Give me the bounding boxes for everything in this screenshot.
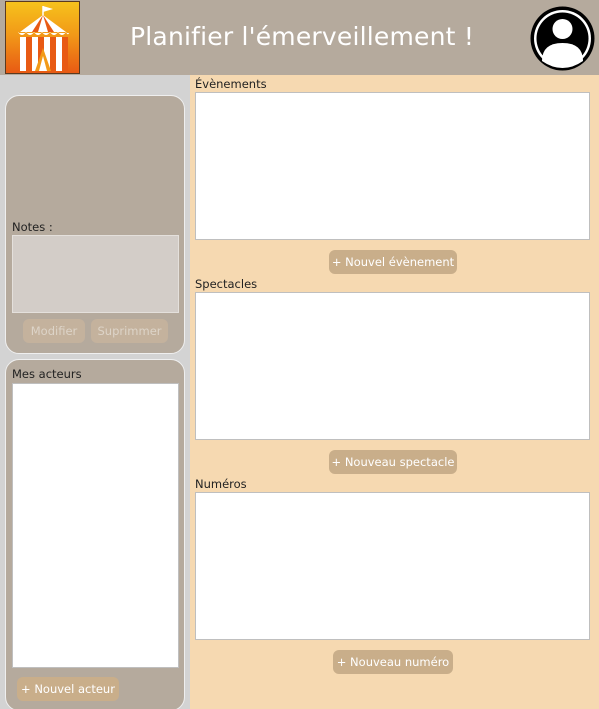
modify-button[interactable]: Modifier — [23, 319, 85, 343]
planning-panel: Évènements + Nouvel évènement Spectacles… — [190, 75, 599, 709]
user-avatar-icon[interactable] — [529, 5, 596, 72]
delete-button[interactable]: Suprimmer — [91, 319, 168, 343]
app-title: Planifier l'émerveillement ! — [130, 22, 475, 51]
circus-tent-icon[interactable] — [5, 1, 80, 74]
notes-label: Notes : — [12, 220, 53, 234]
new-actor-button[interactable]: + Nouvel acteur — [17, 677, 119, 701]
new-number-button[interactable]: + Nouveau numéro — [333, 650, 453, 674]
shows-list[interactable] — [195, 292, 590, 440]
numbers-label: Numéros — [195, 477, 247, 491]
new-show-button[interactable]: + Nouveau spectacle — [329, 450, 457, 474]
events-list[interactable] — [195, 92, 590, 240]
shows-label: Spectacles — [195, 277, 258, 291]
notes-textarea[interactable] — [12, 235, 179, 313]
actors-panel: Mes acteurs + Nouvel acteur — [5, 359, 185, 709]
app-header: Planifier l'émerveillement ! — [0, 0, 599, 75]
notes-panel: Notes : Modifier Suprimmer — [5, 95, 185, 354]
new-event-button[interactable]: + Nouvel évènement — [329, 250, 457, 274]
events-label: Évènements — [195, 77, 267, 91]
numbers-list[interactable] — [195, 492, 590, 640]
actors-label: Mes acteurs — [12, 367, 82, 381]
actors-list[interactable] — [12, 383, 179, 668]
